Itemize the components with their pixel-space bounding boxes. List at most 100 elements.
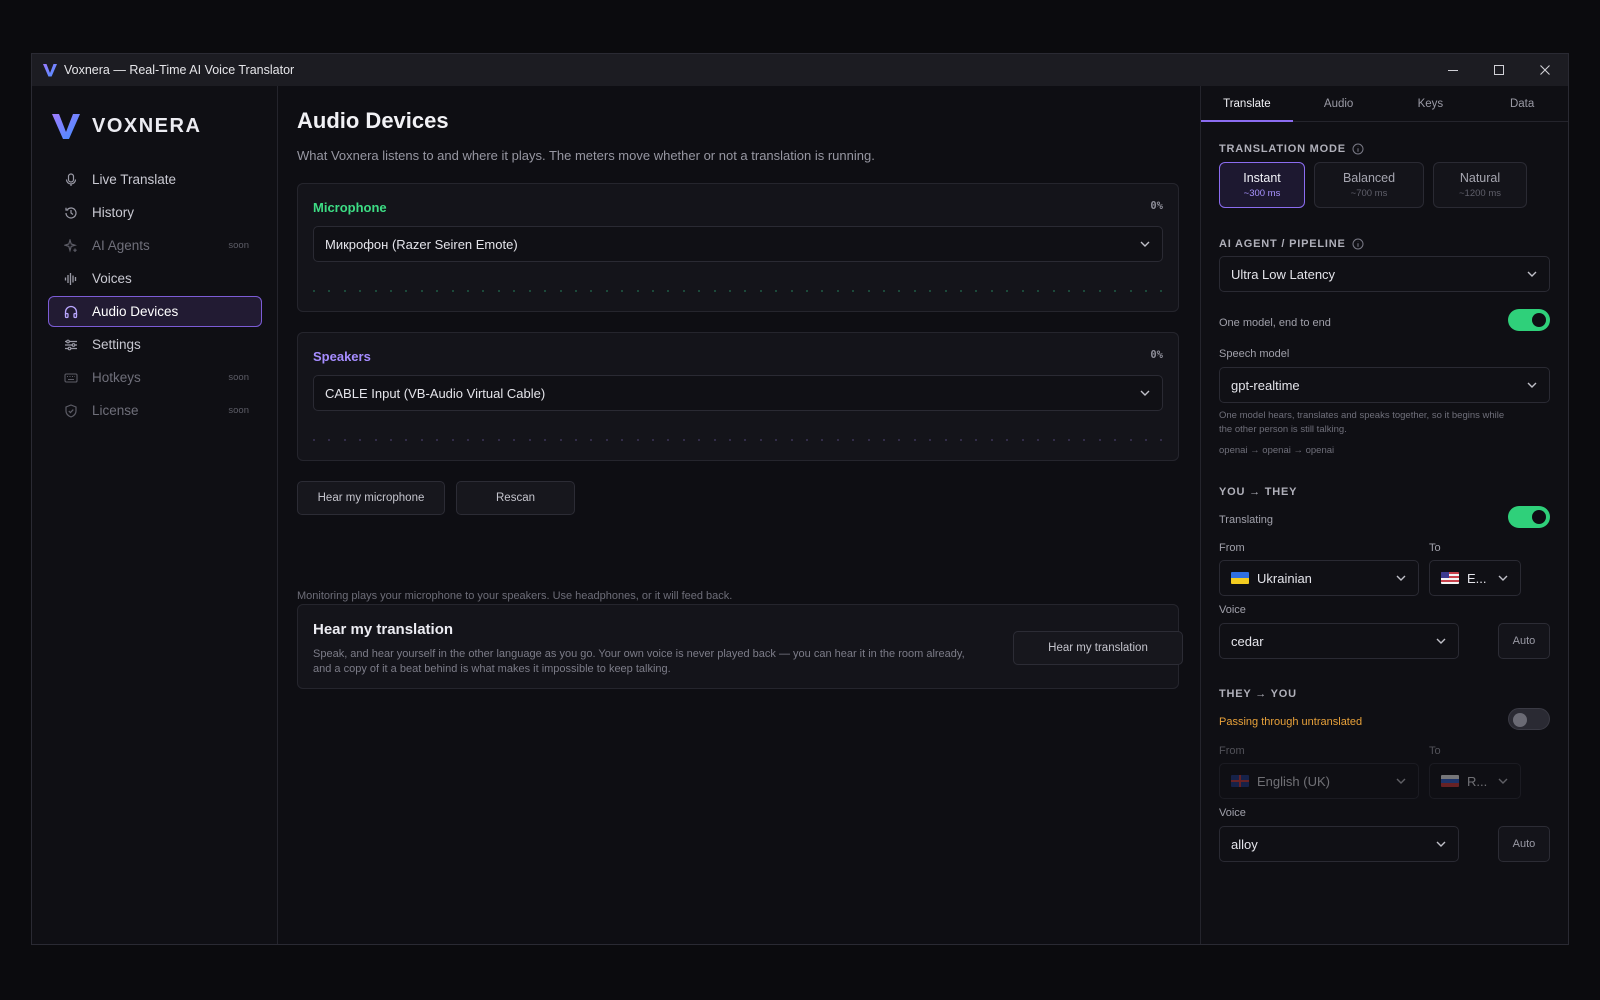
- chevron-down-icon: [1396, 575, 1406, 581]
- translation-mode-heading: TRANSLATION MODE: [1219, 143, 1364, 155]
- they-you-auto-button[interactable]: Auto: [1498, 826, 1550, 862]
- they-you-heading: THEY → YOU: [1219, 688, 1297, 700]
- meter-dot: [436, 290, 439, 292]
- meter-dot: [898, 439, 901, 441]
- meter-dot: [1021, 439, 1024, 441]
- you-they-toggle[interactable]: [1508, 506, 1550, 528]
- panel-tabs: Translate Audio Keys Data: [1201, 86, 1568, 122]
- you-they-status: Translating: [1219, 514, 1274, 526]
- meter-dot: [651, 439, 654, 441]
- one-model-toggle[interactable]: [1508, 309, 1550, 331]
- rescan-button[interactable]: Rescan: [456, 481, 575, 515]
- settings-panel: Translate Audio Keys Data TRANSLATION MO…: [1200, 86, 1568, 944]
- meter-dot: [605, 439, 608, 441]
- meter-dot: [775, 290, 778, 292]
- meter-dot: [759, 439, 762, 441]
- hear-microphone-button[interactable]: Hear my microphone: [297, 481, 445, 515]
- tab-data[interactable]: Data: [1476, 86, 1568, 121]
- you-they-auto-button[interactable]: Auto: [1498, 623, 1550, 659]
- meter-dot: [1129, 439, 1132, 441]
- meter-dot: [898, 290, 901, 292]
- tab-translate[interactable]: Translate: [1201, 86, 1293, 122]
- mode-latency: ~700 ms: [1350, 188, 1388, 199]
- meter-dot: [713, 439, 716, 441]
- maximize-button[interactable]: [1476, 54, 1522, 86]
- toggle-knob: [1513, 713, 1527, 727]
- they-you-voice-select[interactable]: alloy: [1219, 826, 1459, 862]
- close-icon: [1540, 65, 1550, 75]
- speakers-select[interactable]: CABLE Input (VB-Audio Virtual Cable): [313, 375, 1163, 411]
- close-button[interactable]: [1522, 54, 1568, 86]
- meter-dot: [343, 290, 346, 292]
- you-they-from-label: From: [1219, 542, 1245, 554]
- meter-dot: [836, 439, 839, 441]
- they-you-to-select[interactable]: R...: [1429, 763, 1521, 799]
- meter-dot: [698, 439, 701, 441]
- tab-keys[interactable]: Keys: [1385, 86, 1477, 121]
- meter-dot: [1067, 439, 1070, 441]
- mode-natural-button[interactable]: Natural ~1200 ms: [1433, 162, 1527, 208]
- mode-balanced-button[interactable]: Balanced ~700 ms: [1314, 162, 1424, 208]
- you-they-voice-label: Voice: [1219, 604, 1246, 616]
- app-logo-icon: [43, 64, 57, 77]
- sidebar-item-license[interactable]: License soon: [48, 395, 262, 426]
- they-you-from-select[interactable]: English (UK): [1219, 763, 1419, 799]
- sidebar-item-label: License: [92, 403, 139, 418]
- you-they-to-select[interactable]: E...: [1429, 560, 1521, 596]
- you-they-voice-select[interactable]: cedar: [1219, 623, 1459, 659]
- sidebar-item-ai-agents[interactable]: AI Agents soon: [48, 230, 262, 261]
- sidebar-item-hotkeys[interactable]: Hotkeys soon: [48, 362, 262, 393]
- meter-dot: [313, 290, 315, 292]
- sidebar-item-settings[interactable]: Settings: [48, 329, 262, 360]
- chevron-down-icon: [1436, 841, 1446, 847]
- info-icon[interactable]: [1352, 238, 1364, 250]
- sidebar-item-voices[interactable]: Voices: [48, 263, 262, 294]
- meter-dot: [759, 290, 762, 292]
- speech-model-select[interactable]: gpt-realtime: [1219, 367, 1550, 403]
- meter-dot: [728, 439, 731, 441]
- meter-dot: [852, 290, 855, 292]
- speech-model-value: gpt-realtime: [1231, 377, 1300, 393]
- pipeline-route: openai → openai → openai: [1219, 445, 1335, 456]
- you-they-to-label: To: [1429, 542, 1441, 554]
- pipeline-select[interactable]: Ultra Low Latency: [1219, 256, 1550, 292]
- meter-dot: [1052, 439, 1055, 441]
- meter-dot: [867, 290, 870, 292]
- chevron-down-icon: [1527, 271, 1537, 277]
- history-icon: [63, 205, 79, 221]
- you-they-from-select[interactable]: Ukrainian: [1219, 560, 1419, 596]
- meter-dot: [806, 439, 808, 441]
- hear-translation-title: Hear my translation: [313, 621, 454, 638]
- microphone-select[interactable]: Микрофон (Razer Seiren Emote): [313, 226, 1163, 262]
- speakers-level: 0%: [1150, 349, 1163, 361]
- meter-dot: [651, 290, 654, 292]
- info-icon[interactable]: [1352, 143, 1364, 155]
- meter-dot: [1160, 439, 1163, 441]
- mode-instant-button[interactable]: Instant ~300 ms: [1219, 162, 1305, 208]
- tab-audio[interactable]: Audio: [1293, 86, 1385, 121]
- meter-dot: [1067, 290, 1070, 292]
- hear-translation-button[interactable]: Hear my translation: [1013, 631, 1183, 665]
- meter-dot: [544, 290, 547, 292]
- meter-dot: [667, 439, 670, 441]
- meter-dot: [513, 439, 516, 441]
- they-you-to-label: To: [1429, 745, 1441, 757]
- mode-latency: ~300 ms: [1243, 188, 1281, 199]
- meter-dot: [1006, 439, 1009, 441]
- sidebar-item-history[interactable]: History: [48, 197, 262, 228]
- meter-dot: [944, 439, 947, 441]
- they-you-voice-label: Voice: [1219, 807, 1246, 819]
- soon-badge: soon: [228, 405, 249, 416]
- chevron-down-icon: [1436, 638, 1446, 644]
- meter-dot: [559, 290, 562, 292]
- they-you-toggle[interactable]: [1508, 708, 1550, 730]
- toggle-knob: [1532, 510, 1546, 524]
- mode-latency: ~1200 ms: [1459, 188, 1501, 199]
- pipeline-heading: AI AGENT / PIPELINE: [1219, 238, 1364, 250]
- sidebar-item-live-translate[interactable]: Live Translate: [48, 164, 262, 195]
- sidebar-item-audio-devices[interactable]: Audio Devices: [48, 296, 262, 327]
- hear-translation-card: Hear my translation Speak, and hear your…: [297, 604, 1183, 689]
- meter-dot: [590, 290, 593, 292]
- minimize-button[interactable]: [1430, 54, 1476, 86]
- meter-dot: [1006, 290, 1009, 292]
